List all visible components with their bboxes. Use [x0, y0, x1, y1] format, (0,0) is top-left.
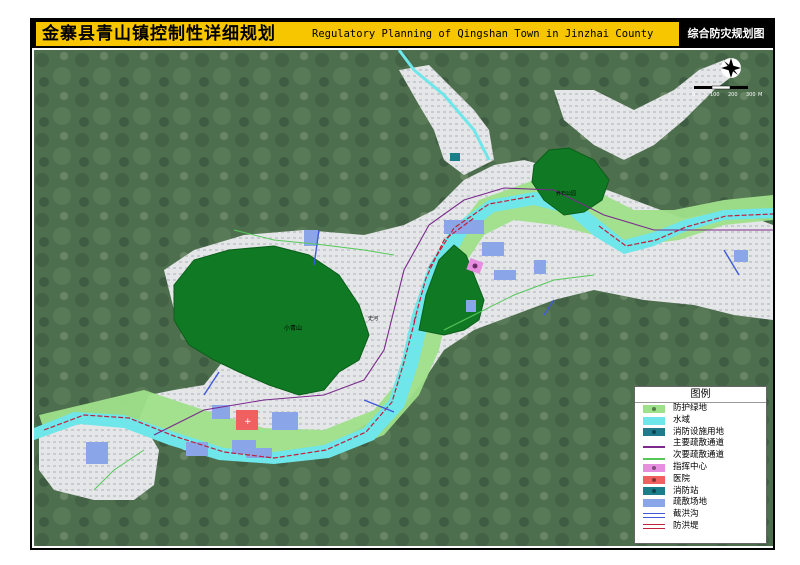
title-chinese: 金寨县青山镇控制性详细规划: [36, 22, 306, 46]
scale-unit: M: [758, 92, 762, 98]
north-arrow-icon: [721, 58, 741, 78]
legend-swatch: [643, 512, 665, 518]
legend-swatch: [643, 458, 665, 461]
legend-swatch: [643, 475, 665, 484]
legend-item: 次要疏散通道: [635, 450, 766, 462]
legend-item: 主要疏散通道: [635, 438, 766, 450]
legend-item: 指挥中心: [635, 462, 766, 474]
label-river: 史河: [368, 315, 378, 322]
legend-item: 消防站: [635, 486, 766, 498]
legend-label: 防洪堤: [673, 520, 699, 531]
legend-label: 医院: [673, 473, 691, 484]
legend-swatch: [643, 404, 665, 413]
command-center-marker: [472, 263, 478, 269]
scale-bar: 0 100 200 300 M: [690, 84, 766, 104]
legend-item: 防护绿地: [635, 403, 766, 415]
legend-label: 消防设施用地: [673, 426, 725, 437]
legend-title: 图例: [635, 388, 766, 403]
legend-swatch: [643, 499, 665, 508]
legend-swatch: [643, 487, 665, 496]
fire-station-site: [450, 153, 460, 161]
legend-swatch: [643, 428, 665, 437]
legend-swatch: [643, 463, 665, 472]
legend-item: 消防设施用地: [635, 427, 766, 439]
scale-tick-3: 300: [746, 92, 756, 98]
map-name: 综合防灾规划图: [683, 22, 769, 46]
legend-label: 截洪沟: [673, 509, 699, 520]
legend-label: 消防站: [673, 485, 699, 496]
legend-label: 水域: [673, 414, 691, 425]
legend-swatch: [643, 416, 665, 425]
legend-item: 水域: [635, 415, 766, 427]
label-xiaoqingshan: 小青山: [284, 324, 302, 332]
legend-label: 次要疏散通道: [673, 450, 725, 461]
legend-item: 防洪堤: [635, 521, 766, 533]
legend-item: 疏散场地: [635, 497, 766, 509]
legend-label: 防护绿地: [673, 403, 708, 413]
scale-tick-2: 200: [728, 92, 738, 98]
scale-tick-0: 0: [692, 92, 695, 98]
legend-item: 医院: [635, 474, 766, 486]
scale-tick-1: 100: [710, 92, 720, 98]
legend-label: 疏散场地: [673, 497, 708, 508]
legend: 图例 防护绿地 水域 消防设施用地 主要疏散通道 次要疏散通道 指挥中心 医院 消防站 疏散场地…: [634, 386, 767, 544]
label-yangshi-park: 养石公园: [556, 190, 576, 197]
hospital-marker: +: [244, 417, 252, 427]
legend-label: 主要疏散通道: [673, 438, 725, 449]
legend-swatch: [643, 446, 665, 449]
legend-label: 指挥中心: [673, 461, 708, 472]
title-english: Regulatory Planning of Qingshan Town in …: [306, 22, 679, 46]
legend-list: 防护绿地 水域 消防设施用地 主要疏散通道 次要疏散通道 指挥中心 医院 消防站 疏散场地 截洪沟…: [635, 403, 766, 533]
legend-swatch: [643, 524, 665, 530]
legend-item: 截洪沟: [635, 509, 766, 521]
